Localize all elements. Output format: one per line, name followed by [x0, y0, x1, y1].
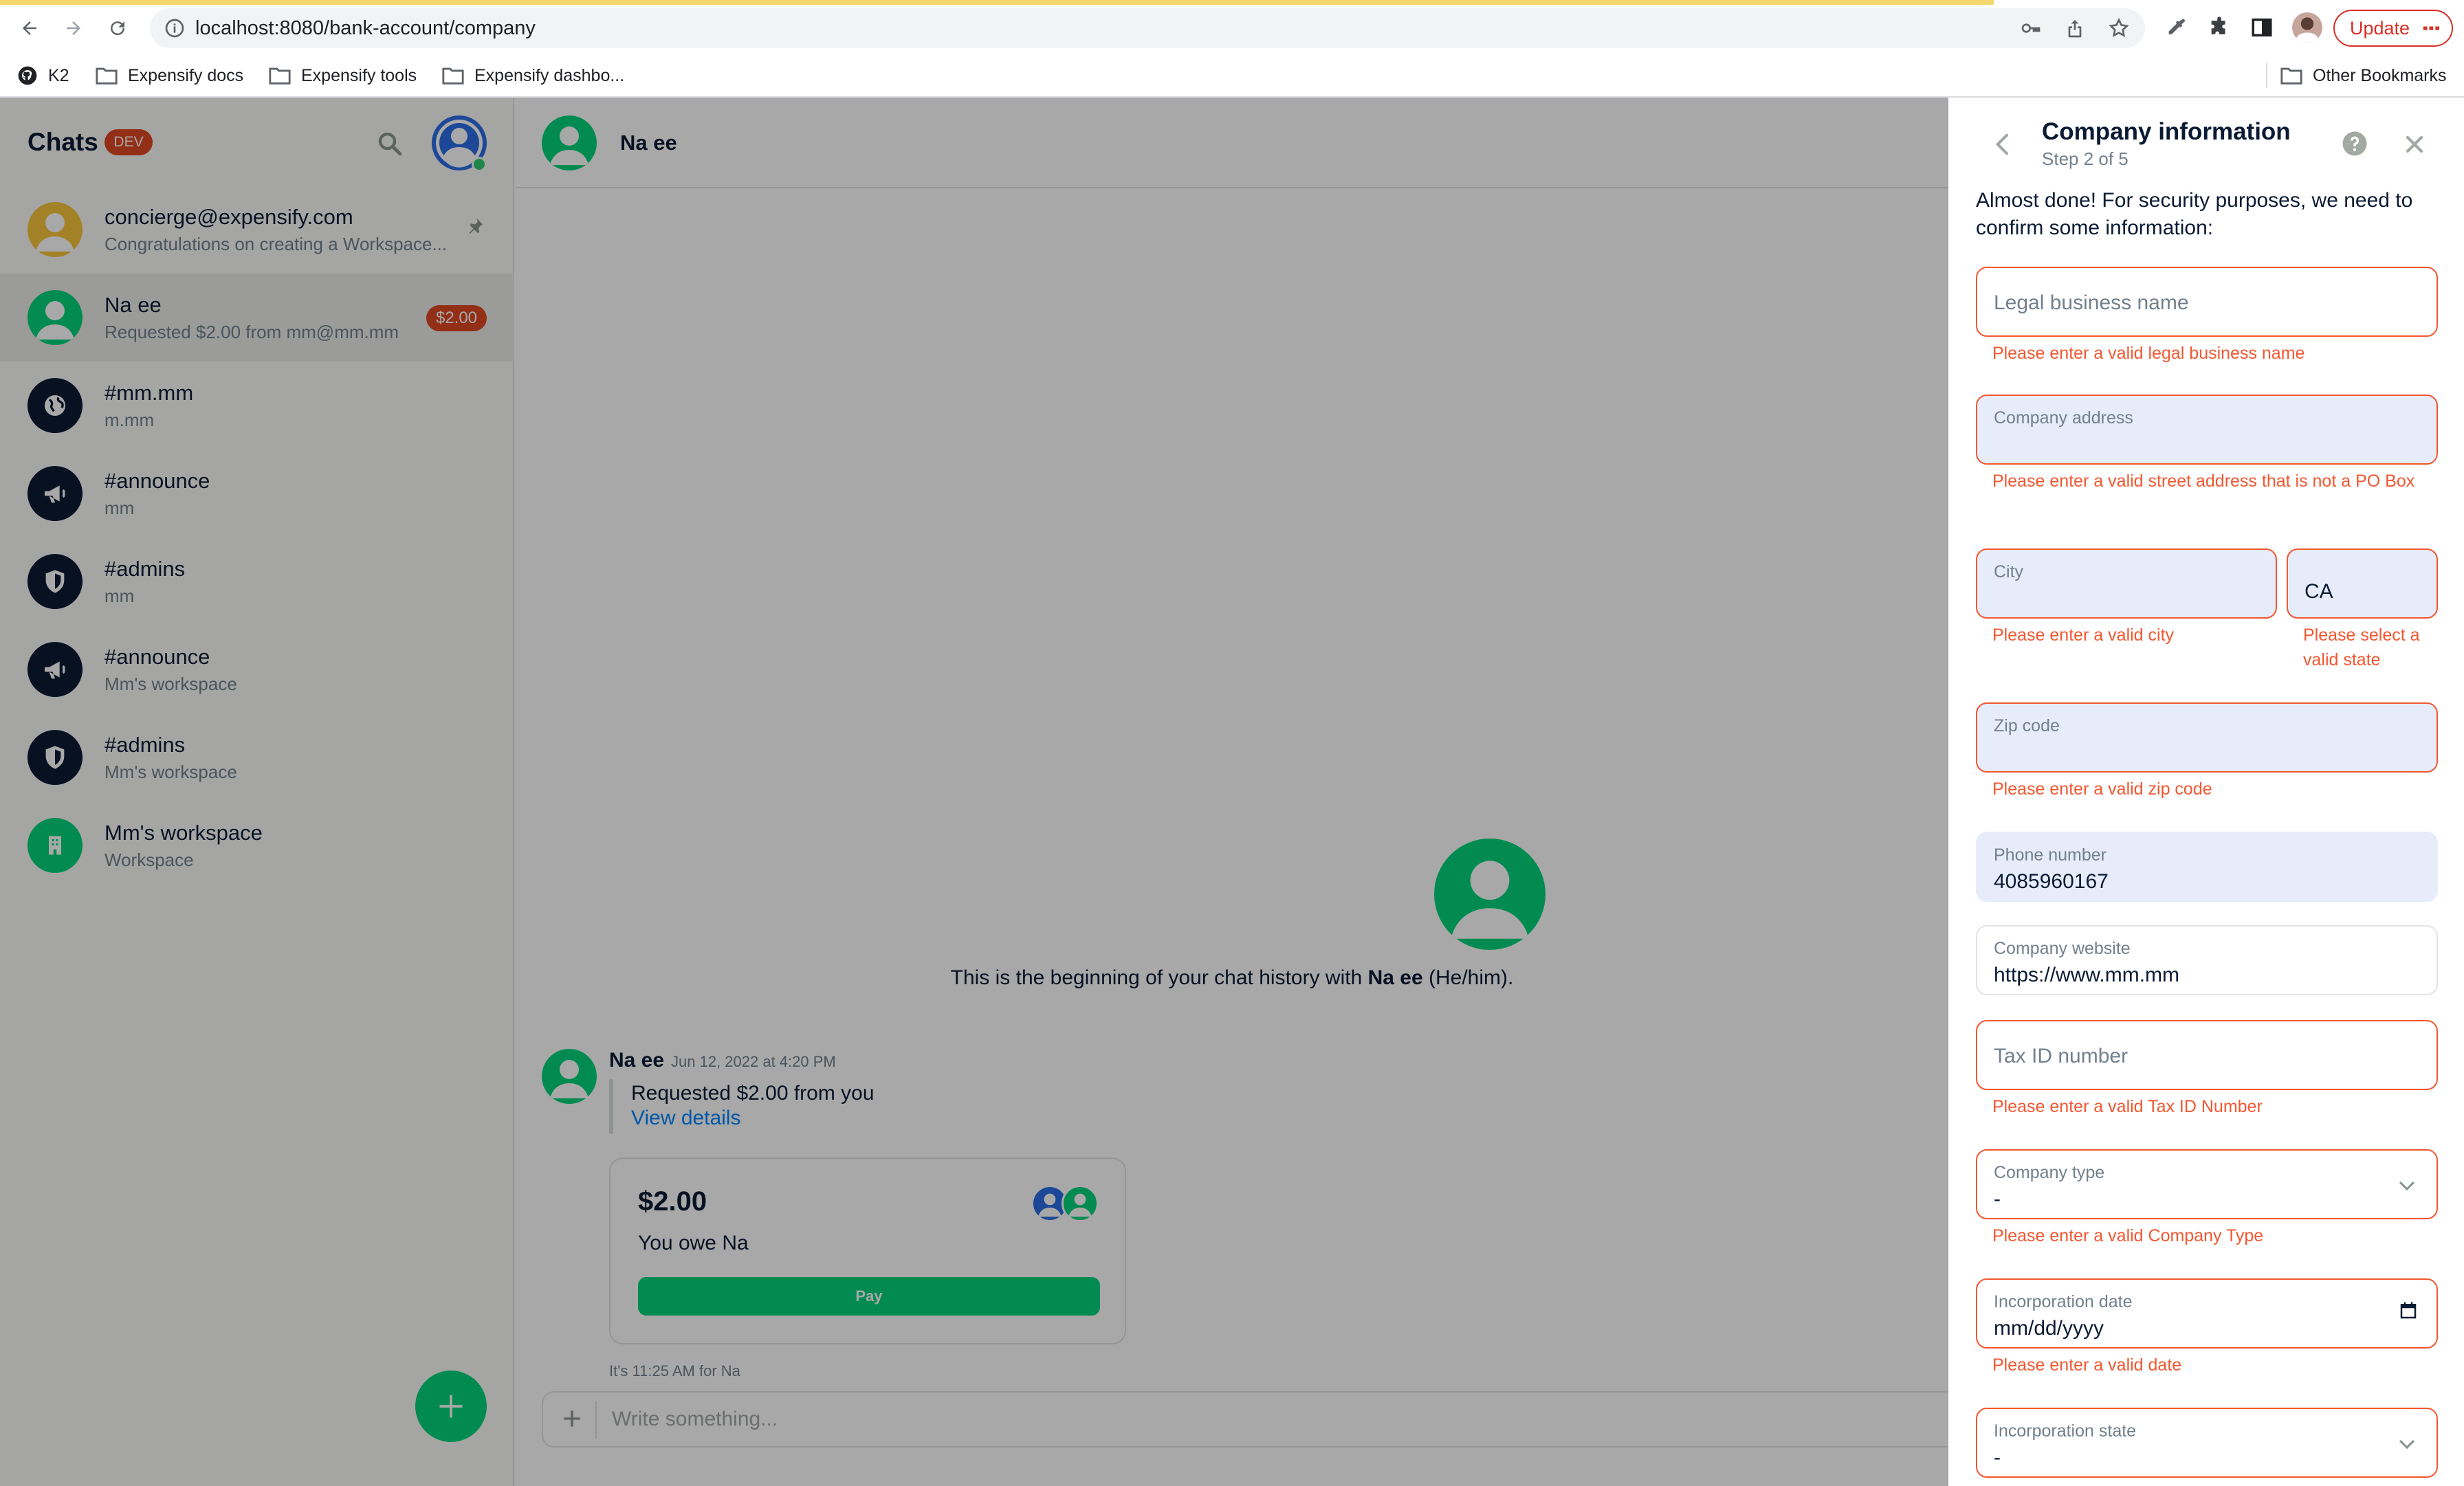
bookmark-label: Other Bookmarks: [2313, 65, 2447, 85]
tax-id-field[interactable]: Tax ID number: [1976, 1020, 2438, 1090]
eyedropper-extension[interactable]: [2163, 14, 2190, 41]
update-label: Update: [2350, 17, 2410, 38]
github-icon: [18, 66, 37, 85]
field-label: Legal business name: [1994, 291, 2189, 314]
incorporation-date-field[interactable]: Incorporation date mm/dd/yyyy: [1976, 1278, 2438, 1349]
phone-number-field[interactable]: Phone number 4085960167: [1976, 832, 2438, 902]
arrow-left-icon: [23, 21, 36, 35]
panel-intro: Almost done! For security purposes, we n…: [1976, 189, 2413, 239]
field-value: https://www.mm.mm: [1994, 964, 2180, 986]
address-bar[interactable]: localhost:8080/bank-account/company: [150, 8, 2145, 48]
legal-business-name-error: Please enter a valid legal business name: [1992, 344, 2305, 363]
folder-icon: [269, 67, 291, 85]
page-load-progress: [0, 0, 1994, 5]
back-button[interactable]: [14, 12, 45, 44]
chevron-down-icon: [2399, 1181, 2415, 1191]
folder-icon: [442, 67, 464, 85]
more-icon: ⋮: [2419, 18, 2442, 37]
bookmark-other[interactable]: Other Bookmarks: [2280, 63, 2447, 88]
back-arrow-icon[interactable]: [1990, 131, 2017, 158]
company-type-select[interactable]: Company type -: [1976, 1149, 2438, 1219]
company-address-error: Please enter a valid street address that…: [1992, 472, 2415, 491]
extensions-button[interactable]: [2206, 14, 2233, 41]
tax-id-error: Please enter a valid Tax ID Number: [1992, 1097, 2263, 1116]
chevron-down-icon: [2399, 1439, 2415, 1450]
zip-code-field[interactable]: Zip code: [1976, 702, 2438, 773]
folder-icon: [2280, 67, 2302, 85]
puzzle-icon: [2211, 16, 2225, 34]
zip-code-error: Please enter a valid zip code: [1992, 779, 2212, 799]
close-icon[interactable]: [2401, 131, 2428, 158]
info-icon: [165, 19, 184, 38]
browser-toolbar: localhost:8080/bank-account/company Upda…: [0, 0, 2464, 55]
person-icon: [2296, 17, 2319, 43]
legal-business-name-field[interactable]: Legal business name: [1976, 267, 2438, 337]
share-icon[interactable]: [2064, 17, 2086, 39]
bookmark-expensify-docs[interactable]: Expensify docs: [95, 63, 243, 88]
side-panel-button[interactable]: [2248, 14, 2276, 41]
field-value: 4085960167: [1994, 870, 2109, 893]
field-label: Company type: [1994, 1163, 2105, 1182]
field-label: Phone number: [1994, 845, 2107, 865]
state-error: Please select a valid state: [2303, 625, 2420, 669]
step-indicator: Step 2 of 5: [2042, 148, 2128, 169]
reload-button[interactable]: [102, 12, 133, 44]
arrow-right-icon: [67, 21, 80, 35]
star-icon[interactable]: [2108, 17, 2130, 39]
modal-overlay[interactable]: [0, 98, 1948, 1486]
field-value: CA: [2304, 580, 2333, 603]
field-label: Incorporation state: [1994, 1421, 2137, 1441]
bookmark-expensify-tools[interactable]: Expensify tools: [268, 63, 417, 88]
city-error: Please enter a valid city: [1992, 625, 2175, 645]
field-label: Incorporation date: [1994, 1292, 2133, 1311]
bookmark-k2[interactable]: K2: [16, 63, 69, 88]
eyedropper-icon: [2168, 19, 2186, 34]
field-label: Company website: [1994, 939, 2131, 958]
company-website-field[interactable]: Company website https://www.mm.mm: [1976, 925, 2438, 995]
field-label: Tax ID number: [1994, 1045, 2128, 1067]
field-label: Zip code: [1994, 716, 2060, 735]
company-type-error: Please enter a valid Company Type: [1992, 1226, 2264, 1245]
field-label: City: [1994, 562, 2024, 581]
bookmark-expensify-dashboard[interactable]: Expensify dashbo...: [441, 63, 624, 88]
bookmark-label: Expensify docs: [128, 65, 244, 85]
app: Chats DEV concierge@expensify.com Congra…: [0, 98, 2464, 1486]
url-text: localhost:8080/bank-account/company: [195, 17, 536, 39]
update-button[interactable]: Update ⋮: [2333, 10, 2453, 47]
folder-icon: [96, 67, 118, 85]
bookmark-label: Expensify tools: [301, 65, 417, 85]
profile-avatar[interactable]: [2292, 12, 2322, 43]
help-icon[interactable]: [2340, 129, 2369, 158]
calendar-icon[interactable]: [2398, 1300, 2419, 1321]
incorporation-date-error: Please enter a valid date: [1992, 1355, 2182, 1375]
bookmarks-divider: [2266, 63, 2267, 88]
field-value: -: [1994, 1446, 2001, 1469]
side-panel-icon: [2252, 18, 2272, 37]
forward-button[interactable]: [58, 12, 89, 44]
bookmarks-bar: K2 Expensify docs Expensify tools Expens…: [0, 55, 2464, 98]
field-value: -: [1994, 1188, 2001, 1210]
field-label: Company address: [1994, 408, 2133, 428]
company-information-panel: Company information Step 2 of 5 Almost d…: [1948, 98, 2464, 1486]
panel-title: Company information: [2042, 118, 2291, 145]
bookmark-label: K2: [48, 65, 69, 85]
city-field[interactable]: City: [1976, 548, 2277, 619]
field-value: mm/dd/yyyy: [1994, 1317, 2104, 1340]
reload-icon: [111, 21, 125, 36]
bookmark-label: Expensify dashbo...: [474, 65, 625, 85]
company-address-field[interactable]: Company address: [1976, 395, 2438, 465]
incorporation-state-select[interactable]: Incorporation state -: [1976, 1408, 2438, 1478]
key-icon[interactable]: [2020, 17, 2042, 39]
state-field[interactable]: CA: [2287, 548, 2438, 619]
